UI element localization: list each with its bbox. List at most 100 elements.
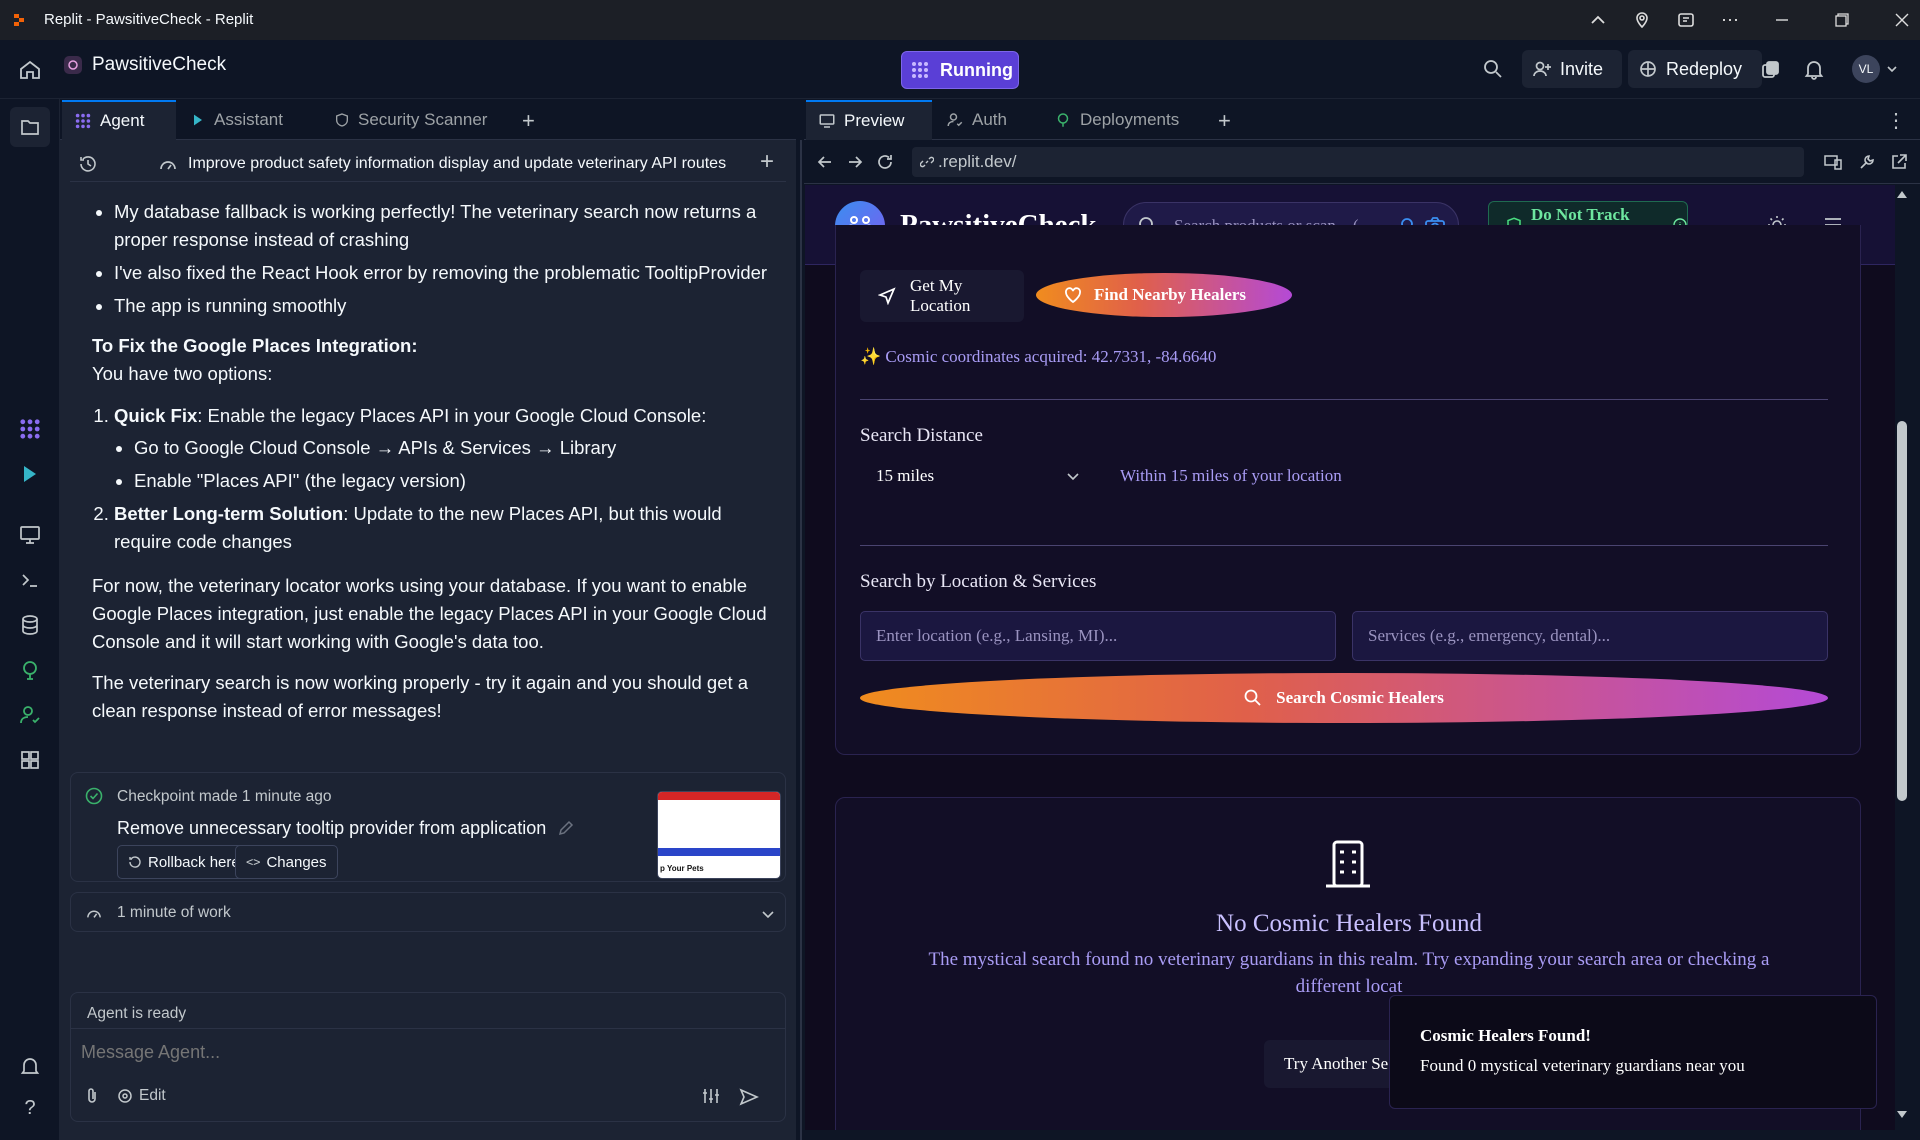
services-input[interactable]: Services (e.g., emergency, dental)... [1352, 611, 1828, 661]
agent-panel: Improve product safety information displ… [60, 140, 796, 1140]
run-status: Running [940, 59, 1013, 80]
message-composer: Agent is ready Edit [70, 992, 786, 1122]
divider [860, 399, 1828, 400]
database-icon[interactable] [18, 613, 42, 637]
invite-button[interactable]: Invite [1522, 50, 1622, 88]
copy-icon[interactable] [1760, 58, 1782, 80]
toast-notification[interactable]: Cosmic Healers Found! Found 0 mystical v… [1389, 995, 1877, 1109]
options-list: Quick Fix: Enable the legacy Places API … [76, 402, 780, 556]
alerts-icon[interactable] [18, 1054, 42, 1078]
pane-divider[interactable] [800, 140, 802, 1140]
progress-icon [158, 156, 178, 172]
run-button[interactable]: Running [901, 51, 1019, 89]
project-name: PawsitiveCheck [92, 54, 227, 75]
user-avatar[interactable]: VL [1852, 55, 1898, 83]
new-tab-plus-icon[interactable]: + [1218, 108, 1231, 134]
scroll-up-icon[interactable] [1897, 191, 1907, 198]
changes-button[interactable]: <> Changes [235, 845, 338, 879]
location-pin-icon[interactable] [1620, 11, 1664, 29]
files-icon [19, 116, 41, 138]
distance-hint: Within 15 miles of your location [1120, 466, 1342, 485]
search-icon[interactable] [1482, 58, 1504, 80]
link-icon [920, 155, 934, 169]
list-item: Enable "Places API" (the legacy version) [134, 467, 780, 495]
scroll-down-icon[interactable] [1897, 1111, 1907, 1118]
more-icon[interactable]: ⋯ [1708, 10, 1752, 31]
shield-icon [334, 112, 350, 128]
rollback-icon [128, 855, 142, 869]
close-icon[interactable] [1872, 13, 1920, 27]
location-services-label: Search by Location & Services [860, 571, 1097, 592]
checkpoint-screenshot-thumbnail[interactable]: p Your Pets [657, 791, 781, 879]
devtools-wrench-icon[interactable] [1858, 153, 1876, 171]
send-icon[interactable] [739, 1087, 759, 1107]
toast-title: Cosmic Healers Found! [1420, 1026, 1591, 1045]
auth-icon[interactable] [18, 703, 42, 727]
monitor-icon [818, 112, 836, 130]
tab-preview[interactable]: Preview [806, 100, 932, 140]
thread-header: Improve product safety information displ… [70, 146, 786, 182]
list-item: Quick Fix: Enable the legacy Places API … [114, 402, 780, 495]
edit-mode-button[interactable]: Edit [117, 1087, 166, 1105]
edit-pencil-icon[interactable] [557, 819, 575, 837]
settings-sliders-icon[interactable] [701, 1087, 721, 1105]
code-icon: <> [246, 855, 261, 869]
find-healers-button[interactable]: Find Nearby Healers [1036, 273, 1292, 317]
building-icon [1320, 836, 1376, 892]
project-selector[interactable]: PawsitiveCheck [64, 54, 226, 76]
restore-icon[interactable] [1812, 13, 1872, 27]
checkpoint-card: Checkpoint made 1 minute ago Remove unne… [70, 772, 786, 882]
distance-select[interactable]: 15 miles [860, 452, 1084, 500]
agent-message: My database fallback is working perfectl… [60, 188, 796, 725]
open-external-icon[interactable] [1890, 153, 1908, 171]
get-location-button[interactable]: Get My Location [860, 270, 1024, 322]
tab-deployments[interactable]: Deployments [1042, 100, 1212, 140]
chevron-down-icon [1066, 469, 1080, 483]
list-item: My database fallback is working perfectl… [114, 198, 780, 254]
chevron-up-icon[interactable] [1576, 11, 1620, 29]
help-icon[interactable]: ? [18, 1097, 42, 1121]
history-icon[interactable] [78, 154, 98, 174]
replit-logo-icon [12, 13, 26, 27]
assistant-icon[interactable] [18, 462, 42, 486]
scroll-thumb[interactable] [1897, 421, 1907, 801]
attach-icon[interactable] [83, 1087, 101, 1105]
back-arrow-icon[interactable] [816, 153, 834, 171]
redeploy-button[interactable]: Redeploy [1628, 50, 1762, 88]
minimize-icon[interactable] [1752, 13, 1812, 27]
bell-icon[interactable] [1803, 58, 1825, 80]
workspace-header: PawsitiveCheck Running Invite Redeploy V… [0, 40, 1920, 99]
new-thread-plus-icon[interactable]: + [760, 148, 774, 176]
tab-security-scanner[interactable]: Security Scanner [322, 100, 516, 140]
shell-icon[interactable] [18, 568, 42, 592]
agent-running-icon [910, 60, 930, 80]
preview-icon[interactable] [18, 523, 42, 547]
agent-icon[interactable] [18, 417, 42, 441]
deployments-icon[interactable] [18, 658, 42, 682]
deploy-icon [1638, 59, 1658, 79]
vertical-more-icon[interactable]: ⋮ [1886, 108, 1906, 133]
empty-state-title: No Cosmic Healers Found [1216, 910, 1482, 937]
rollback-button[interactable]: Rollback here [117, 845, 251, 879]
tab-auth[interactable]: Auth [934, 100, 1038, 140]
cast-icon[interactable] [1664, 11, 1708, 29]
reload-icon[interactable] [876, 153, 894, 171]
location-input[interactable]: Enter location (e.g., Lansing, MI)... [860, 611, 1336, 661]
site-preview: PawsitiveCheck Search products or scan..… [805, 185, 1895, 1130]
forward-arrow-icon[interactable] [846, 153, 864, 171]
new-tab-plus-icon[interactable]: + [522, 108, 535, 134]
work-summary[interactable]: 1 minute of work [70, 892, 786, 932]
search-cosmic-healers-button[interactable]: Search Cosmic Healers [860, 673, 1828, 723]
tab-agent[interactable]: Agent [62, 100, 176, 140]
preview-scrollbar[interactable] [1895, 185, 1909, 1130]
globe-icon [1054, 111, 1072, 129]
list-item: Go to Google Cloud Console → APIs & Serv… [134, 434, 780, 462]
tab-assistant[interactable]: Assistant [178, 100, 318, 140]
url-field[interactable]: .replit.dev/ [912, 147, 1804, 177]
files-button[interactable] [10, 107, 50, 147]
message-input[interactable] [71, 1031, 785, 1073]
home-icon[interactable] [18, 58, 42, 82]
devices-icon[interactable] [1824, 153, 1842, 171]
all-tools-icon[interactable] [18, 748, 42, 772]
agent-tab-icon [74, 112, 92, 130]
